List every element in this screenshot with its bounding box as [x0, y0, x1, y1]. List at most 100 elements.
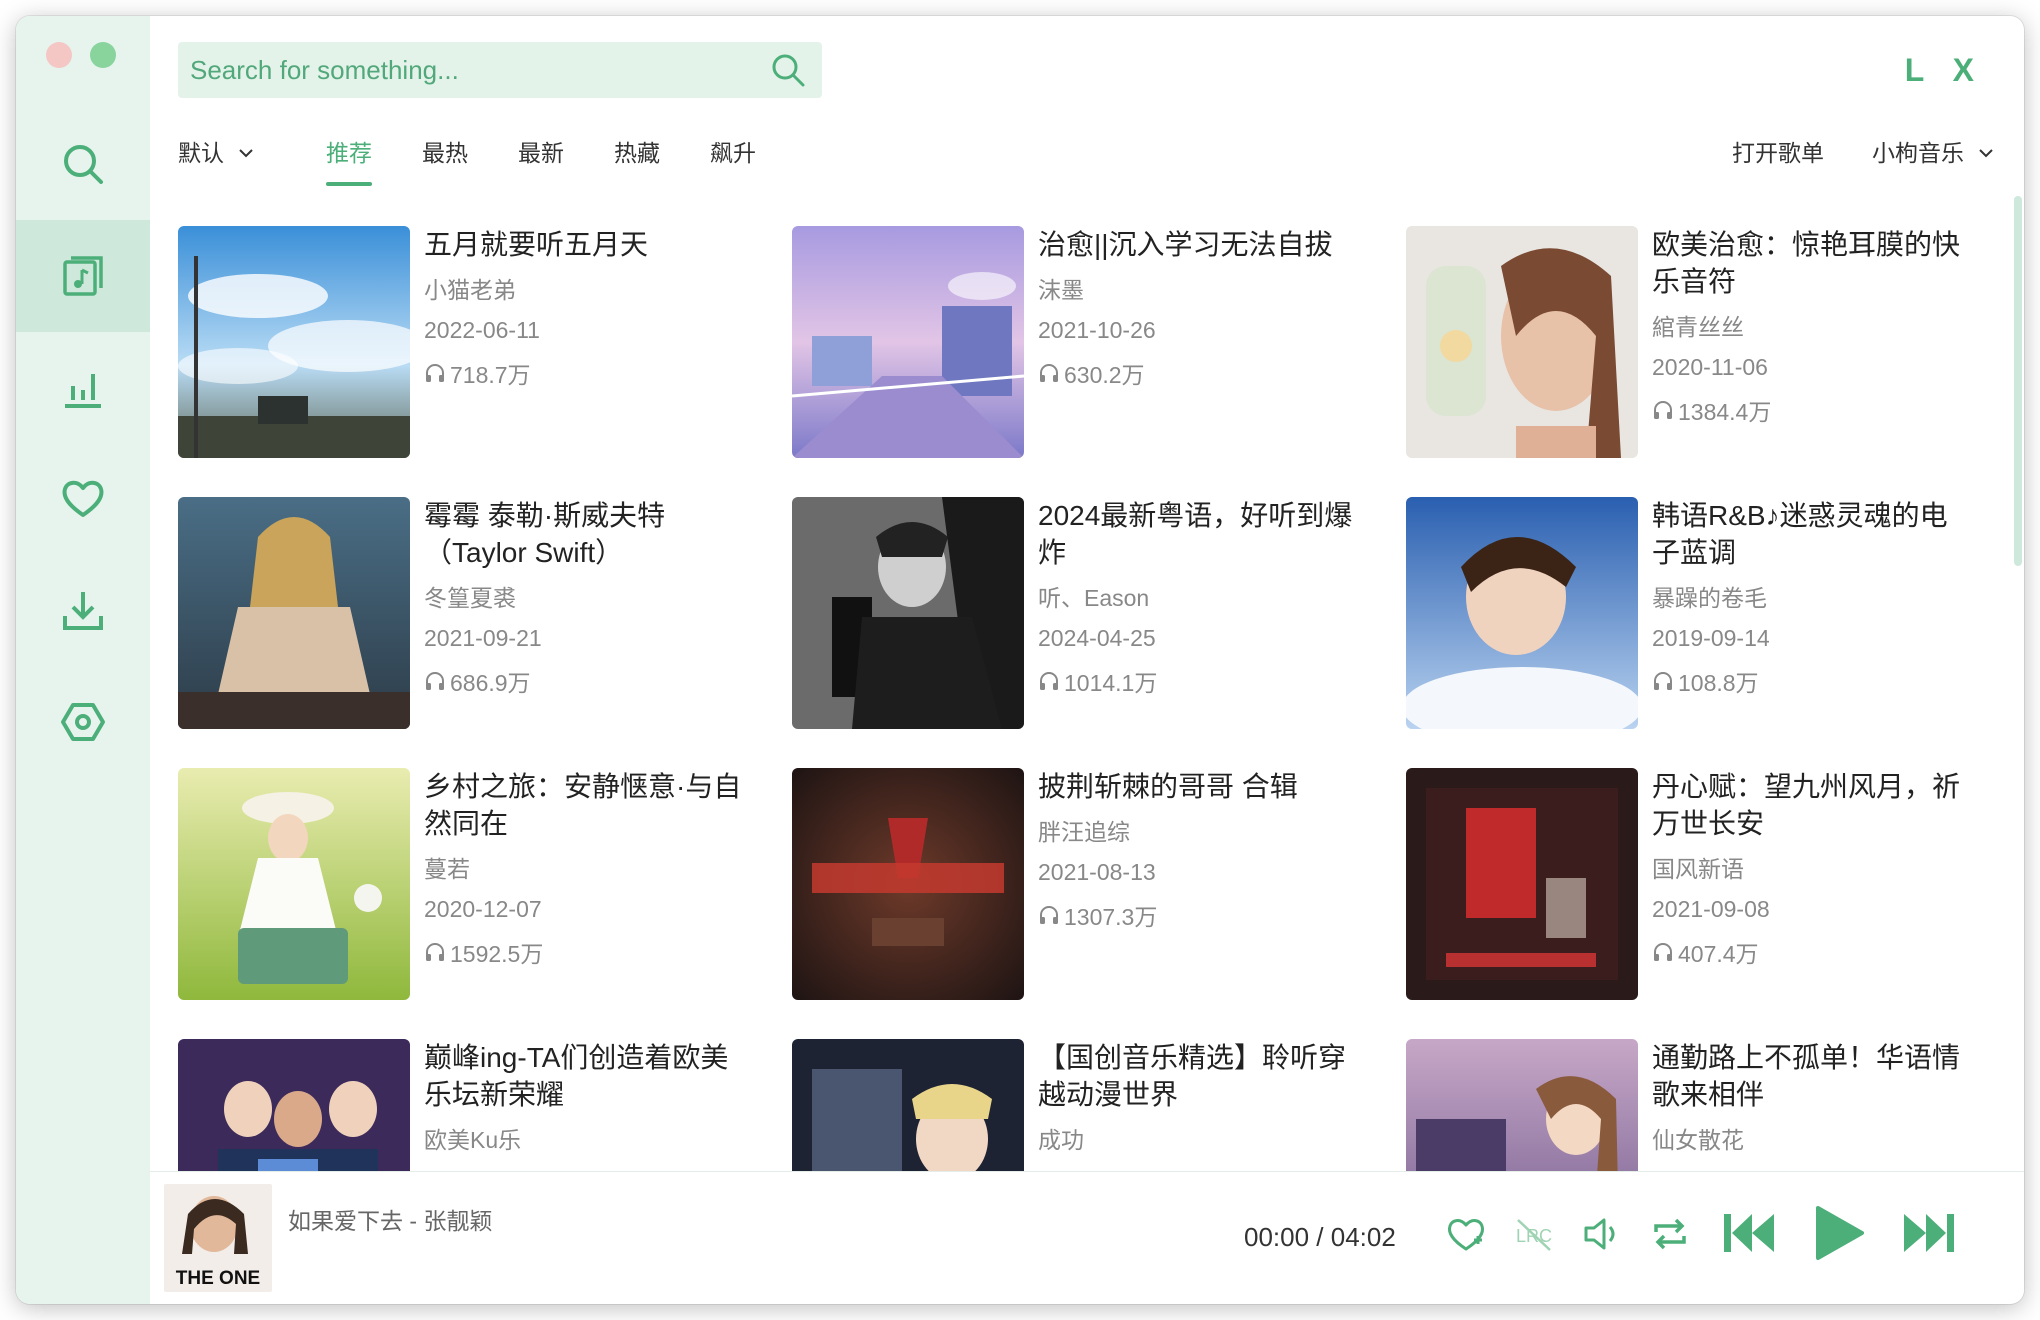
playlist-card[interactable]: 五月就要听五月天 小猫老弟 2022-06-11 718.7万 [178, 226, 758, 458]
playlist-cover [1406, 768, 1638, 1000]
playlist-card[interactable]: 乡村之旅：安静惬意·与自然同在 蔓若 2020-12-07 1592.5万 [178, 768, 758, 1000]
previous-button[interactable] [1720, 1208, 1778, 1258]
playlist-cover [1406, 497, 1638, 729]
playlist-date: 2019-09-14 [1652, 625, 1770, 651]
playlist-author: 沫墨 [1038, 277, 1084, 303]
window-close-button[interactable] [46, 42, 72, 68]
playlist-plays: 1384.4万 [1652, 393, 1972, 427]
source-dropdown[interactable]: 小枸音乐 [1872, 136, 1996, 170]
cover-text: THE ONE [176, 1268, 260, 1289]
now-playing-cover[interactable]: THE ONE [164, 1184, 272, 1292]
search-input[interactable] [178, 53, 768, 87]
headphones-icon [1040, 906, 1058, 924]
playlist-card[interactable]: 治愈||沉入学习无法自拔 沫墨 2021-10-26 630.2万 [792, 226, 1372, 458]
playlist-plays: 108.8万 [1652, 664, 1972, 698]
playlist-card[interactable]: 霉霉 泰勒·斯威夫特（Taylor Swift） 冬篁夏裘 2021-09-21… [178, 497, 758, 729]
tab-rising[interactable]: 飙升 [710, 136, 756, 170]
app-logo: L X [1904, 52, 1984, 88]
headphones-icon [426, 672, 444, 690]
lyrics-button[interactable]: LRC [1512, 1212, 1556, 1256]
playlist-title: 欧美治愈：惊艳耳膜的快乐音符 [1652, 229, 1961, 297]
playlist-title: 五月就要听五月天 [424, 229, 649, 260]
playlist-title: 2024最新粤语，好听到爆炸 [1038, 500, 1353, 568]
playlist-cover [178, 226, 410, 458]
search-icon [64, 145, 103, 184]
playlist-card[interactable]: 巅峰ing-TA们创造着欧美乐坛新荣耀 欧美Ku乐 [178, 1039, 758, 1188]
playlist-author: 成功 [1038, 1127, 1084, 1153]
playlist-cover [178, 768, 410, 1000]
sidebar-item-songlist[interactable] [16, 220, 150, 332]
top-right-actions: 打开歌单 小枸音乐 [1684, 136, 1996, 170]
playlist-card[interactable]: 2024最新粤语，好听到爆炸 听、Eason 2024-04-25 1014.1… [792, 497, 1372, 729]
sidebar-item-leaderboard[interactable] [16, 332, 150, 444]
plays-count: 718.7万 [450, 362, 531, 388]
tab-hottest[interactable]: 最热 [422, 136, 468, 170]
playlist-card[interactable]: 通勤路上不孤单！华语情歌来相伴 仙女散花 [1406, 1039, 1986, 1188]
chevron-down-icon [1979, 149, 1993, 158]
playlist-author: 欧美Ku乐 [424, 1127, 522, 1153]
sidebar-item-favorites[interactable] [16, 442, 150, 554]
sidebar-item-settings[interactable] [16, 666, 150, 778]
playlist-card[interactable]: 韩语R&B♪迷惑灵魂的电子蓝调 暴躁的卷毛 2019-09-14 108.8万 [1406, 497, 1986, 729]
playlist-cover [792, 768, 1024, 1000]
repeat-button[interactable] [1648, 1212, 1692, 1256]
headphones-icon [426, 364, 444, 382]
playlist-author: 綰青丝丝 [1652, 314, 1744, 340]
play-button[interactable] [1812, 1204, 1866, 1262]
playlist-date: 2021-09-21 [424, 625, 542, 651]
playlist-author: 小猫老弟 [424, 277, 516, 303]
playlist-card[interactable]: 披荆斩棘的哥哥 合辑 胖汪追综 2021-08-13 1307.3万 [792, 768, 1372, 1000]
playlist-author: 蔓若 [424, 856, 470, 882]
playlist-date: 2020-12-07 [424, 896, 542, 922]
sidebar-item-download[interactable] [16, 554, 150, 666]
tab-most-collected[interactable]: 热藏 [614, 136, 660, 170]
repeat-icon [1654, 1218, 1686, 1250]
playlist-title: 霉霉 泰勒·斯威夫特（Taylor Swift） [424, 500, 666, 568]
download-icon [63, 592, 103, 630]
plays-count: 1014.1万 [1064, 670, 1158, 696]
plays-count: 1307.3万 [1064, 904, 1158, 930]
plays-count: 686.9万 [450, 670, 531, 696]
source-label: 小枸音乐 [1872, 140, 1964, 166]
playlist-title: 乡村之旅：安静惬意·与自然同在 [424, 771, 742, 839]
tab-newest[interactable]: 最新 [518, 136, 564, 170]
scrollbar[interactable] [2014, 196, 2022, 566]
open-playlist-button[interactable]: 打开歌单 [1732, 136, 1824, 170]
volume-button[interactable] [1580, 1212, 1624, 1256]
playlist-cover [792, 497, 1024, 729]
tab-recommend[interactable]: 推荐 [326, 136, 372, 186]
next-button[interactable] [1900, 1208, 1958, 1258]
headphones-icon [1654, 401, 1672, 419]
playlist-plays: 630.2万 [1038, 356, 1358, 390]
sidebar-item-search[interactable] [16, 108, 150, 220]
playlist-card[interactable]: 丹心赋：望九州风月，祈万世长安 国风新语 2021-09-08 407.4万 [1406, 768, 1986, 1000]
sort-tabs: 默认 推荐 最热 最新 热藏 飙升 [178, 136, 806, 196]
bar-chart-icon [65, 374, 101, 408]
heart-icon [62, 480, 104, 517]
playlist-card[interactable]: 欧美治愈：惊艳耳膜的快乐音符 綰青丝丝 2020-11-06 1384.4万 [1406, 226, 1986, 458]
playlist-plays: 686.9万 [424, 664, 744, 698]
like-button[interactable] [1444, 1212, 1488, 1256]
playlist-title: 巅峰ing-TA们创造着欧美乐坛新荣耀 [424, 1042, 729, 1110]
playlist-grid: 五月就要听五月天 小猫老弟 2022-06-11 718.7万 治愈||沉入学习… [178, 226, 2008, 1188]
sort-dropdown[interactable]: 默认 [178, 136, 256, 170]
headphones-icon [1040, 364, 1058, 382]
playlist-cover [792, 226, 1024, 458]
settings-icon [61, 703, 105, 741]
sort-label: 默认 [178, 140, 224, 166]
plays-count: 1592.5万 [450, 941, 544, 967]
headphones-icon [1654, 672, 1672, 690]
playlist-author: 国风新语 [1652, 856, 1744, 882]
playlist-title: 通勤路上不孤单！华语情歌来相伴 [1652, 1042, 1961, 1110]
playlist-title: 韩语R&B♪迷惑灵魂的电子蓝调 [1652, 500, 1948, 568]
playlist-author: 冬篁夏裘 [424, 585, 516, 611]
playlist-date: 2021-09-08 [1652, 896, 1770, 922]
playlist-title: 治愈||沉入学习无法自拔 [1038, 229, 1333, 260]
playlist-card[interactable]: 【国创音乐精选】聆听穿越动漫世界 成功 [792, 1039, 1372, 1188]
playback-time: 00:00 / 04:02 [1244, 1222, 1396, 1252]
playlist-cover [178, 497, 410, 729]
lyrics-icon: LRC [1516, 1219, 1552, 1251]
search-icon[interactable] [768, 50, 808, 90]
playlist-author: 胖汪追综 [1038, 819, 1130, 845]
window-maximize-button[interactable] [90, 42, 116, 68]
